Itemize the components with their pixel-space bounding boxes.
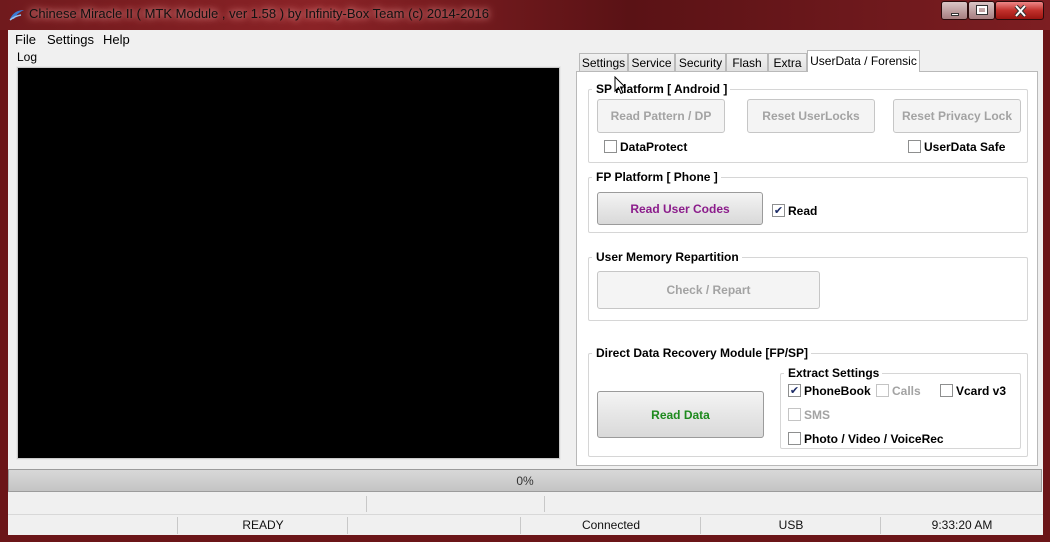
extract-settings-title: Extract Settings [784,366,883,380]
app-logo-icon [9,10,24,21]
checkmark-icon: ✔ [789,385,800,397]
progress-text: 0% [516,474,534,488]
userdata-safe-checkbox[interactable] [908,140,921,153]
fp-platform-title: FP Platform [ Phone ] [592,170,721,184]
status-time: 9:33:20 AM [931,518,993,532]
tab-userdata-forensic[interactable]: UserData / Forensic [807,50,920,72]
menu-file[interactable]: File [15,32,36,47]
read-pattern-button[interactable]: Read Pattern / DP [597,99,725,133]
left-panel-frame [8,459,570,461]
sms-label: SMS [804,408,831,422]
maximize-icon [976,5,988,15]
phonebook-label: PhoneBook [804,384,871,398]
window-title: Chinese Miracle II ( MTK Module , ver 1.… [29,6,490,21]
media-checkbox[interactable] [788,432,801,445]
dataprotect-checkbox[interactable] [604,140,617,153]
minimize-icon [951,13,959,16]
user-memory-title: User Memory Repartition [592,250,742,264]
userdata-safe-label: UserData Safe [924,140,1006,154]
calls-checkbox[interactable] [876,384,889,397]
read-label: Read [788,204,818,218]
menu-bar [8,30,1043,49]
reset-userlocks-button[interactable]: Reset UserLocks [747,99,875,133]
tab-settings[interactable]: Settings [579,53,628,71]
tab-extra[interactable]: Extra [768,53,807,71]
reset-privacy-lock-button[interactable]: Reset Privacy Lock [893,99,1021,133]
status-state: READY [242,518,284,532]
menu-help[interactable]: Help [103,32,130,47]
tab-service[interactable]: Service [628,53,675,71]
mouse-cursor-icon [614,76,626,95]
status-divider [8,514,1043,515]
vcard-checkbox[interactable] [940,384,953,397]
close-button[interactable] [995,1,1044,20]
check-repart-button[interactable]: Check / Repart [597,271,820,309]
dataprotect-label: DataProtect [620,140,688,154]
tab-flash[interactable]: Flash [726,53,768,71]
menu-settings[interactable]: Settings [47,32,94,47]
log-output[interactable] [17,67,560,459]
tab-security[interactable]: Security [675,53,726,71]
vcard-label: Vcard v3 [956,384,1007,398]
minimize-button[interactable] [941,1,968,20]
phonebook-checkbox[interactable]: ✔ [788,384,801,397]
read-user-codes-button[interactable]: Read User Codes [597,192,763,225]
status-connection: Connected [581,518,641,532]
close-icon [1014,5,1027,17]
recovery-title: Direct Data Recovery Module [FP/SP] [592,346,812,360]
progress-bar: 0% [8,469,1042,492]
read-checkbox[interactable]: ✔ [772,204,785,217]
maximize-button[interactable] [968,1,995,20]
read-user-codes-label: Read User Codes [630,201,730,216]
read-data-button[interactable]: Read Data [597,391,764,438]
checkmark-icon: ✔ [773,205,784,217]
sp-platform-title: SP Platform [ Android ] [592,82,731,96]
media-label: Photo / Video / VoiceRec [804,432,944,446]
calls-label: Calls [892,384,921,398]
sms-checkbox[interactable] [788,408,801,421]
status-bar-top [8,494,1043,514]
log-label: Log [17,50,38,64]
read-data-label: Read Data [651,407,710,422]
status-interface: USB [778,518,804,532]
